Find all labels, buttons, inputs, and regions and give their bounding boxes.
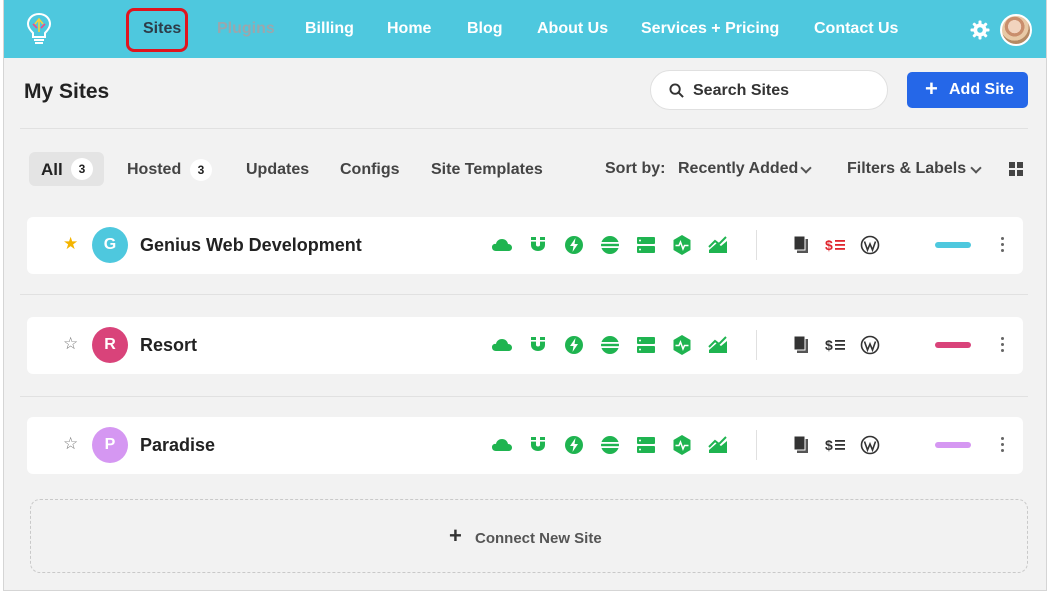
nav-billing[interactable]: Billing	[305, 19, 354, 39]
nav-services-pricing[interactable]: Services + Pricing	[641, 19, 779, 39]
sort-dropdown[interactable]: Recently Added	[678, 160, 798, 178]
server-icon[interactable]	[635, 334, 657, 356]
site-avatar: G	[92, 227, 128, 263]
site-color-label[interactable]	[935, 342, 971, 348]
plus-icon: +	[449, 523, 462, 548]
nav-about-us[interactable]: About Us	[537, 19, 608, 39]
chart-icon[interactable]	[707, 234, 729, 256]
wordpress-icon[interactable]	[859, 234, 881, 256]
row-divider	[20, 396, 1028, 397]
svg-text:$: $	[825, 237, 833, 253]
chart-icon[interactable]	[707, 334, 729, 356]
top-nav: Sites Plugins Billing Home Blog About Us…	[4, 0, 1046, 58]
filters-labels-dropdown[interactable]: Filters & Labels	[847, 160, 966, 178]
connect-new-site-label: Connect New Site	[475, 530, 602, 547]
gear-icon[interactable]	[970, 20, 990, 40]
site-name[interactable]: Genius Web Development	[140, 235, 362, 256]
plus-icon: +	[925, 76, 938, 101]
billing-icon[interactable]: $	[825, 334, 847, 356]
svg-text:$: $	[825, 337, 833, 353]
tools-separator	[756, 430, 757, 460]
wordpress-icon[interactable]	[859, 334, 881, 356]
site-avatar: P	[92, 427, 128, 463]
user-avatar[interactable]	[1000, 14, 1032, 46]
more-options-icon[interactable]	[999, 435, 1005, 455]
cloud-icon[interactable]	[491, 334, 513, 356]
star-outline-icon[interactable]: ☆	[63, 434, 78, 454]
copy-icon[interactable]	[790, 434, 812, 456]
copy-icon[interactable]	[790, 334, 812, 356]
site-color-label[interactable]	[935, 442, 971, 448]
add-site-button[interactable]: + Add Site	[907, 72, 1028, 108]
search-placeholder: Search Sites	[693, 82, 790, 99]
row-divider	[20, 294, 1028, 295]
stack-icon[interactable]	[599, 334, 621, 356]
magnet-icon[interactable]	[527, 334, 549, 356]
stack-icon[interactable]	[599, 434, 621, 456]
bolt-icon[interactable]	[563, 334, 585, 356]
tab-hosted-label: Hosted	[127, 161, 182, 178]
search-icon	[669, 83, 684, 98]
tab-updates[interactable]: Updates	[246, 160, 309, 180]
site-card[interactable]: ★ G Genius Web Development $	[27, 217, 1023, 274]
sort-chevron-down-icon[interactable]	[800, 162, 812, 174]
heartbeat-icon[interactable]	[671, 234, 693, 256]
bolt-icon[interactable]	[563, 234, 585, 256]
tools-separator	[756, 330, 757, 360]
site-color-label[interactable]	[935, 242, 971, 248]
copy-icon[interactable]	[790, 234, 812, 256]
site-avatar: R	[92, 327, 128, 363]
cloud-icon[interactable]	[491, 234, 513, 256]
nav-sites[interactable]: Sites	[143, 19, 181, 39]
filters-chevron-down-icon[interactable]	[970, 162, 982, 174]
tab-site-templates[interactable]: Site Templates	[431, 160, 543, 180]
svg-text:$: $	[825, 437, 833, 453]
lightbulb-logo-icon[interactable]	[26, 12, 52, 46]
page-title: My Sites	[24, 80, 110, 103]
sort-label: Sort by:	[605, 160, 666, 177]
bolt-icon[interactable]	[563, 434, 585, 456]
chart-icon[interactable]	[707, 434, 729, 456]
stack-icon[interactable]	[599, 234, 621, 256]
site-card[interactable]: ☆ R Resort $	[27, 317, 1023, 374]
cloud-icon[interactable]	[491, 434, 513, 456]
tab-all-label: All	[41, 160, 63, 179]
add-site-label: Add Site	[949, 81, 1014, 98]
site-card[interactable]: ☆ P Paradise $	[27, 417, 1023, 474]
more-options-icon[interactable]	[999, 335, 1005, 355]
app-frame: Sites Plugins Billing Home Blog About Us…	[3, 0, 1047, 591]
tab-configs[interactable]: Configs	[340, 160, 400, 180]
star-outline-icon[interactable]: ☆	[63, 334, 78, 354]
star-filled-icon[interactable]: ★	[63, 234, 78, 254]
magnet-icon[interactable]	[527, 234, 549, 256]
site-name[interactable]: Resort	[140, 335, 197, 356]
server-icon[interactable]	[635, 434, 657, 456]
billing-icon[interactable]: $	[825, 434, 847, 456]
header-divider	[20, 128, 1028, 129]
tab-hosted[interactable]: Hosted	[127, 160, 181, 180]
tab-hosted-count: 3	[190, 159, 212, 181]
heartbeat-icon[interactable]	[671, 334, 693, 356]
tools-separator	[756, 230, 757, 260]
wordpress-icon[interactable]	[859, 434, 881, 456]
grid-view-icon[interactable]	[1009, 162, 1023, 176]
nav-blog[interactable]: Blog	[467, 19, 503, 39]
heartbeat-icon[interactable]	[671, 434, 693, 456]
magnet-icon[interactable]	[527, 434, 549, 456]
billing-icon[interactable]: $	[825, 234, 847, 256]
nav-home[interactable]: Home	[387, 19, 431, 39]
tab-all-count: 3	[71, 158, 93, 180]
connect-new-site-button[interactable]: + Connect New Site	[30, 499, 1028, 573]
server-icon[interactable]	[635, 234, 657, 256]
nav-contact-us[interactable]: Contact Us	[814, 19, 898, 39]
site-name[interactable]: Paradise	[140, 435, 215, 456]
more-options-icon[interactable]	[999, 235, 1005, 255]
search-input[interactable]: Search Sites	[650, 70, 888, 110]
nav-plugins[interactable]: Plugins	[217, 19, 275, 39]
tab-all[interactable]: All 3	[29, 152, 104, 186]
